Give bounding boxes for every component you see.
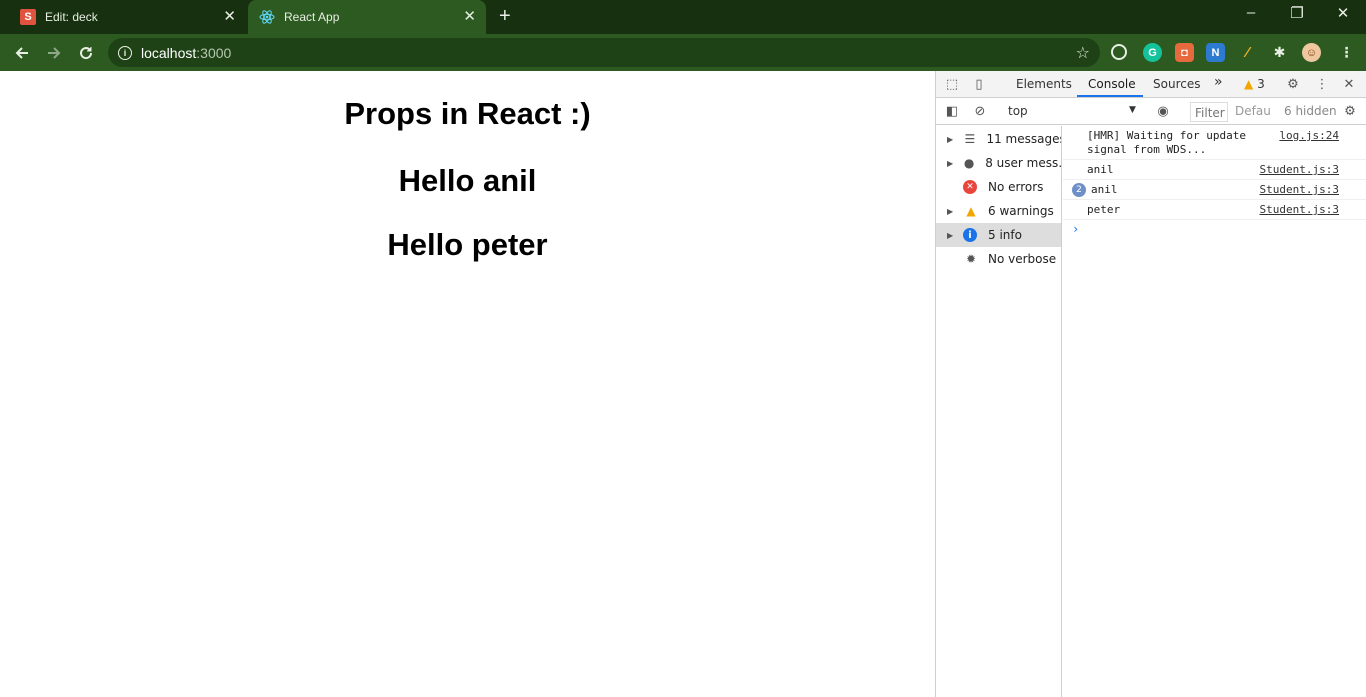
tab-title: React App: [284, 10, 340, 24]
console-messages: [HMR] Waiting for update signal from WDS.…: [1063, 126, 1366, 697]
console-settings-icon[interactable]: ⚙: [1342, 103, 1358, 119]
close-tab-icon[interactable]: ✕: [223, 9, 236, 25]
list-icon: ☰: [964, 132, 976, 146]
tab-sources[interactable]: Sources: [1153, 77, 1200, 91]
console-filterbar: ◧ ⊘ top ▼ ◉ Filter Defau 6 hidden ⚙: [936, 99, 1366, 125]
sidebar-item-verbose[interactable]: ✹ No verbose: [936, 247, 1061, 271]
hidden-count: 6 hidden: [1284, 104, 1337, 118]
expand-caret-icon: ▶: [947, 230, 954, 240]
devtools-panel: ⬚ ▯ Elements Console Sources » ▲ 3 ⚙ ⋮ ✕…: [935, 71, 1366, 697]
message-text: anil: [1087, 163, 1114, 176]
browser-menu-icon[interactable]: ⋮: [1337, 43, 1356, 62]
message-text: peter: [1087, 203, 1121, 216]
reload-icon: [80, 47, 93, 60]
forward-button[interactable]: [42, 41, 66, 65]
tab-edit-deck[interactable]: S Edit: deck ✕: [0, 0, 246, 34]
log-levels-dropdown[interactable]: Defau: [1235, 104, 1271, 118]
live-expression-eye-icon[interactable]: ◉: [1155, 103, 1171, 119]
console-message[interactable]: anil Student.js:3: [1063, 160, 1366, 180]
source-link[interactable]: log.js:24: [1279, 129, 1339, 142]
tab-strip: S Edit: deck ✕ React App ✕ + – ❐ ✕: [0, 0, 1366, 34]
reload-button[interactable]: [74, 41, 98, 65]
console-message[interactable]: peter Student.js:3: [1063, 200, 1366, 220]
back-button[interactable]: [10, 41, 34, 65]
sidebar-item-warnings[interactable]: ▶ ▲ 6 warnings: [936, 199, 1061, 223]
expand-caret-icon: ▶: [947, 206, 954, 216]
address-bar[interactable]: i localhost:3000 ☆: [108, 38, 1100, 67]
clear-console-icon[interactable]: ⊘: [972, 103, 988, 119]
greeting-anil: Hello anil: [398, 163, 537, 198]
sidebar-toggle-icon[interactable]: ◧: [944, 103, 960, 119]
sidebar-item-errors[interactable]: ✕ No errors: [936, 175, 1061, 199]
warning-icon: ▲: [1244, 77, 1254, 91]
console-message[interactable]: [HMR] Waiting for update signal from WDS.…: [1063, 126, 1366, 160]
grammarly-extension-icon[interactable]: G: [1143, 43, 1162, 62]
camera-extension-icon[interactable]: ◘: [1175, 43, 1194, 62]
expand-caret-icon: ▶: [947, 134, 954, 144]
warning-icon: ▲: [966, 204, 976, 218]
more-tabs-icon[interactable]: »: [1214, 74, 1223, 90]
profile-avatar[interactable]: ☺: [1302, 43, 1321, 62]
message-text: [HMR] Waiting for update signal from WDS.…: [1087, 129, 1246, 156]
repeat-count-badge: 2: [1072, 183, 1086, 197]
tab-title: Edit: deck: [45, 10, 98, 24]
expand-caret-icon: ▶: [947, 158, 954, 168]
tab-console[interactable]: Console: [1088, 77, 1136, 91]
error-icon: ✕: [963, 180, 977, 194]
n-extension-icon[interactable]: N: [1206, 43, 1225, 62]
close-devtools-icon[interactable]: ✕: [1341, 76, 1357, 92]
warnings-counter[interactable]: ▲ 3: [1244, 77, 1265, 91]
devtools-settings-icon[interactable]: ⚙: [1285, 76, 1301, 92]
tab-react-app[interactable]: React App ✕: [248, 0, 486, 34]
page-heading: Props in React :): [344, 96, 591, 131]
minimize-button[interactable]: –: [1228, 4, 1274, 21]
devtools-menu-icon[interactable]: ⋮: [1314, 76, 1330, 92]
arrow-right-icon: [48, 47, 61, 59]
extensions-puzzle-icon[interactable]: ✱: [1270, 43, 1289, 62]
sidebar-item-info[interactable]: ▶ i 5 info: [936, 223, 1061, 247]
console-sidebar: ▶ ☰ 11 messages ▶ ● 8 user mess… ✕ No er…: [936, 126, 1062, 697]
pen-extension-icon[interactable]: ⁄: [1238, 43, 1257, 62]
filter-input[interactable]: Filter: [1190, 102, 1228, 122]
close-tab-icon[interactable]: ✕: [463, 9, 476, 25]
react-logo-icon: [259, 9, 275, 25]
devtools-tabbar: ⬚ ▯ Elements Console Sources » ▲ 3 ⚙ ⋮ ✕: [936, 71, 1366, 98]
user-icon: ●: [963, 156, 975, 170]
greeting-peter: Hello peter: [387, 227, 548, 262]
active-tab-indicator: [1077, 95, 1143, 97]
new-tab-button[interactable]: +: [499, 6, 511, 26]
source-link[interactable]: Student.js:3: [1260, 183, 1339, 196]
sidebar-item-user-messages[interactable]: ▶ ● 8 user mess…: [936, 151, 1061, 175]
extension-circle-icon[interactable]: [1111, 44, 1127, 60]
console-message[interactable]: 2 anil Student.js:3: [1063, 180, 1366, 200]
browser-toolbar: i localhost:3000 ☆ G ◘ N ⁄ ✱ ☺ ⋮: [0, 34, 1366, 71]
bug-icon: ✹: [965, 252, 977, 266]
info-icon: i: [963, 228, 977, 242]
page-content: Props in React :) Hello anil Hello peter: [0, 71, 935, 697]
tab-elements[interactable]: Elements: [1016, 77, 1072, 91]
restore-button[interactable]: ❐: [1274, 4, 1320, 22]
sidebar-item-messages[interactable]: ▶ ☰ 11 messages: [936, 127, 1061, 151]
device-toolbar-icon[interactable]: ▯: [971, 76, 987, 92]
source-link[interactable]: Student.js:3: [1260, 203, 1339, 216]
arrow-left-icon: [15, 47, 28, 59]
message-text: anil: [1091, 183, 1118, 196]
chevron-down-icon[interactable]: ▼: [1129, 105, 1136, 115]
url-text: localhost:3000: [141, 44, 232, 61]
site-info-icon[interactable]: i: [118, 45, 132, 60]
inspect-element-icon[interactable]: ⬚: [944, 76, 960, 92]
bookmark-star-icon[interactable]: ☆: [1076, 43, 1090, 63]
source-link[interactable]: Student.js:3: [1260, 163, 1339, 176]
console-prompt[interactable]: ›: [1072, 222, 1079, 236]
context-selector[interactable]: top: [1008, 104, 1028, 118]
slides-favicon-icon: S: [20, 9, 36, 25]
close-window-button[interactable]: ✕: [1320, 4, 1366, 22]
